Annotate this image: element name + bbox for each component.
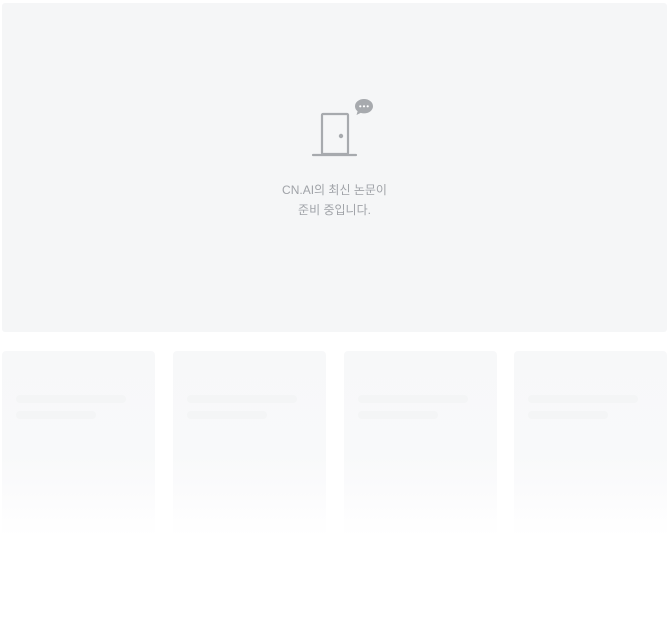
paper-card-skeleton — [173, 351, 326, 537]
skeleton-line — [358, 395, 468, 403]
door-illustration — [303, 96, 373, 160]
skeleton-line — [16, 395, 126, 403]
paper-card-list — [2, 351, 667, 537]
skeleton-line — [528, 395, 638, 403]
skeleton-line — [528, 411, 608, 419]
empty-state-message: CN.AI의 최신 논문이 준비 중입니다. — [282, 180, 387, 220]
skeleton-line — [16, 411, 96, 419]
skeleton-line — [187, 411, 267, 419]
empty-state-line-2: 준비 중입니다. — [298, 203, 371, 217]
chat-bubble-icon — [354, 99, 373, 115]
paper-card-skeleton — [514, 351, 667, 537]
empty-state-panel: CN.AI의 최신 논문이 준비 중입니다. — [2, 3, 667, 332]
skeleton-line — [358, 411, 438, 419]
paper-card-skeleton — [344, 351, 497, 537]
empty-state: CN.AI의 최신 논문이 준비 중입니다. — [2, 96, 667, 220]
paper-card-skeleton — [2, 351, 155, 537]
skeleton-line — [187, 395, 297, 403]
empty-state-line-1: CN.AI의 최신 논문이 — [282, 183, 387, 197]
